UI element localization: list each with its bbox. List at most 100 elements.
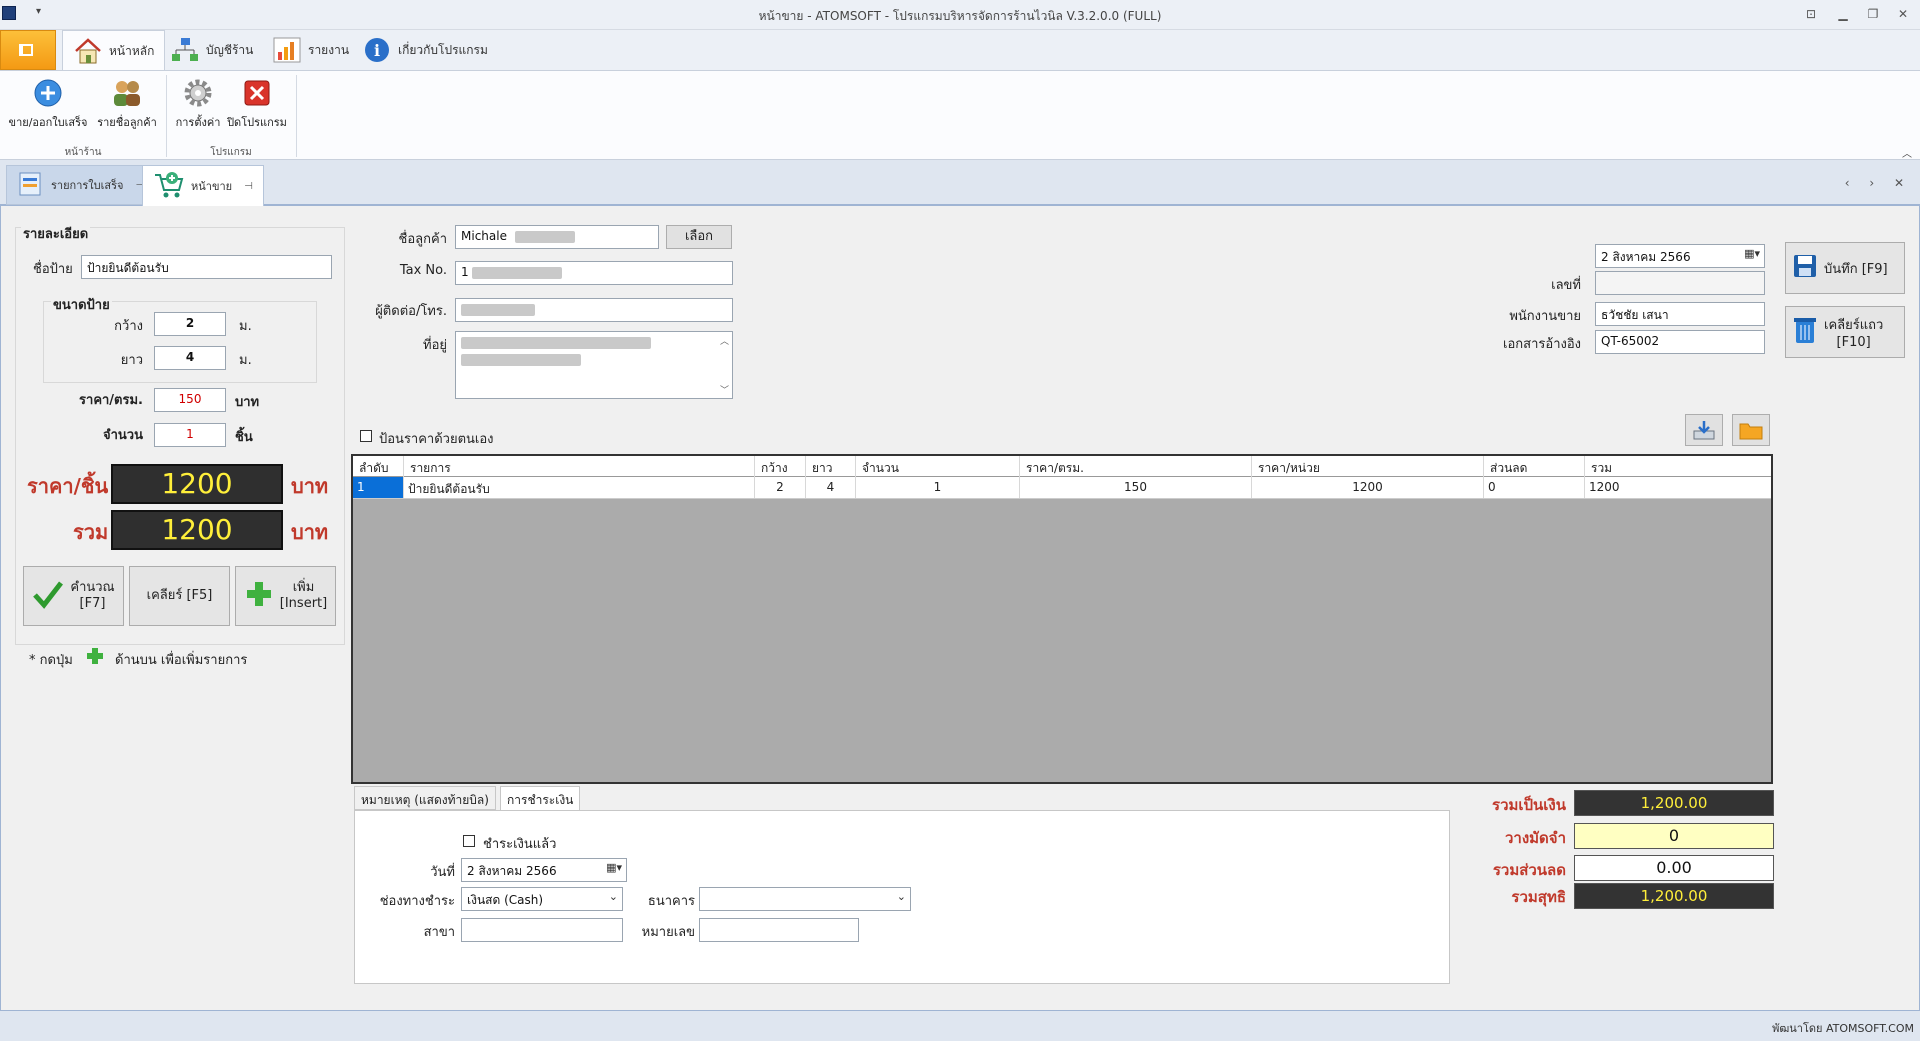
ref-number-input[interactable] [699,918,859,942]
calendar-dropdown-icon[interactable]: ▦▾ [606,861,622,874]
payment-date-picker[interactable]: 2 สิงหาคม 2566 ▦▾ [461,858,627,882]
customer-name-input[interactable]: Michale [455,225,659,249]
price-sqm-unit: บาท [235,395,260,410]
col-header-total[interactable]: รวม [1585,456,1771,477]
qty-unit: ชิ้น [235,430,253,445]
doc-date-picker[interactable]: 2 สิงหาคม 2566 ▦▾ [1595,244,1765,268]
tab-nav-arrows[interactable]: ‹ › ✕ [1845,176,1912,190]
scroll-up-icon[interactable]: ︿ [720,334,729,347]
col-header-price-sqm[interactable]: ราคา/ตรม. [1020,456,1252,477]
col-header-width[interactable]: กว้าง [755,456,806,477]
redacted-block [461,353,581,366]
subtotal-display: 1,200.00 [1574,790,1774,816]
cell-item[interactable]: ป้ายยินดีต้อนรับ [404,477,755,498]
col-header-item[interactable]: รายการ [404,456,755,477]
tab-remarks[interactable]: หมายเหตุ (แสดงท้ายบิล) [354,786,496,810]
minimize-button[interactable]: ▁ [1832,5,1854,23]
users-icon [111,77,143,109]
scroll-down-icon[interactable]: ﹀ [720,383,729,396]
cell-seq[interactable]: 1 [353,477,404,498]
ref-doc-input[interactable]: QT-65002 [1595,330,1765,354]
contact-input[interactable] [455,298,733,322]
cell-qty[interactable]: 1 [856,477,1020,498]
col-header-discount[interactable]: ส่วนลด [1484,456,1585,477]
col-header-unit-price[interactable]: ราคา/หน่วย [1252,456,1484,477]
customer-name-label: ชื่อลูกค้า [398,232,447,247]
sign-name-input[interactable]: ป้ายยินดีต้อนรับ [81,255,332,279]
discount-total-input[interactable]: 0.00 [1574,855,1774,881]
deposit-input[interactable]: 0 [1574,823,1774,849]
clear-button[interactable]: เคลียร์ [F5] [129,566,230,626]
col-header-length[interactable]: ยาว [806,456,856,477]
payment-channel-select[interactable]: เงินสด (Cash) ⌄ [461,887,623,911]
close-program-button[interactable]: ปิดโปรแกรม [226,77,288,131]
col-header-qty[interactable]: จำนวน [856,456,1020,477]
sell-receipt-button[interactable]: ขาย/ออกใบเสร็จ [8,77,88,131]
close-window-button[interactable]: ✕ [1892,5,1914,23]
contact-label: ผู้ติดต่อ/โทร. [375,304,447,319]
price-sqm-label: ราคา/ตรม. [79,393,143,408]
cell-length[interactable]: 4 [806,477,856,498]
qty-input[interactable]: 1 [154,423,226,447]
restore-button[interactable]: ❐ [1862,5,1884,23]
cell-width[interactable]: 2 [755,477,806,498]
choose-customer-button[interactable]: เลือก [666,225,732,249]
ref-doc-label: เอกสารอ้างอิง [1503,337,1581,352]
clear-row-button[interactable]: เคลียร์แถว [F10] [1785,306,1905,358]
paid-checkbox[interactable] [463,835,475,847]
application-menu-button[interactable] [0,30,56,70]
import-button[interactable] [1685,414,1723,446]
add-item-label: เพิ่ม [Insert] [279,580,328,611]
settings-button[interactable]: การตั้งค่า [172,77,224,131]
qty-label: จำนวน [103,428,143,443]
ribbon-group-label: หน้าร้าน [64,147,102,158]
customer-list-button[interactable]: รายชื่อลูกค้า [94,77,160,131]
table-row[interactable]: 1 ป้ายยินดีต้อนรับ 2 4 1 150 1200 0 1200 [353,477,1771,499]
items-grid[interactable]: ลำดับ รายการ กว้าง ยาว จำนวน ราคา/ตรม. ร… [351,454,1773,784]
status-bar: พัฒนาโดย ATOMSOFT.COM [0,1010,1920,1041]
folder-icon [1738,423,1764,445]
bank-select[interactable]: ⌄ [699,887,911,911]
total-label: รวม [73,520,109,544]
tax-no-input[interactable]: 1 [455,261,733,285]
import-icon [1692,421,1716,445]
chart-icon [272,36,302,64]
subtotal-label: รวมเป็นเงิน [1492,796,1566,814]
add-item-button[interactable]: เพิ่ม [Insert] [235,566,336,626]
open-folder-button[interactable] [1732,414,1770,446]
pin-icon[interactable]: ⊣ [244,181,253,192]
width-input[interactable]: 2 [154,312,226,336]
save-button[interactable]: บันทึก [F9] [1785,242,1905,294]
ribbon-display-icon[interactable]: ⊡ [1800,5,1822,23]
manual-price-checkbox[interactable] [360,430,372,442]
calculate-button[interactable]: คำนวณ [F7] [23,566,124,626]
staff-input[interactable]: ธวัชชัย เสนา [1595,302,1765,326]
tab-receipt-list[interactable]: รายการใบเสร็จ ⊣ [6,165,156,205]
tab-accounts[interactable]: บัญชีร้าน [160,30,263,70]
cell-unit-price[interactable]: 1200 [1252,477,1484,498]
chevron-down-icon[interactable]: ⌄ [897,890,906,903]
tab-about[interactable]: i เกี่ยวกับโปรแกรม [352,30,498,70]
size-group-title: ขนาดป้าย [51,294,112,315]
col-header-seq[interactable]: ลำดับ [353,456,404,477]
tab-home[interactable]: หน้าหลัก [62,30,166,71]
length-input[interactable]: 4 [154,346,226,370]
doc-number-input[interactable] [1595,271,1765,295]
calendar-dropdown-icon[interactable]: ▦▾ [1744,247,1760,260]
gear-icon [182,77,214,109]
tab-sales[interactable]: หน้าขาย ⊣ [142,165,264,206]
close-red-icon [241,77,273,109]
cell-price-sqm[interactable]: 150 [1020,477,1252,498]
collapse-ribbon-icon[interactable]: ︿ [1902,145,1912,160]
chevron-down-icon[interactable]: ⌄ [609,890,618,903]
redacted-block [461,303,535,316]
width-unit: ม. [239,319,252,334]
tab-reports[interactable]: รายงาน [262,30,359,70]
cell-total[interactable]: 1200 [1585,477,1771,498]
address-textarea[interactable]: ︿ ﹀ [455,331,733,399]
cell-discount[interactable]: 0 [1484,477,1585,498]
document-tab-bar: รายการใบเสร็จ ⊣ หน้าขาย ⊣ ‹ › ✕ [0,160,1920,206]
price-sqm-input[interactable]: 150 [154,388,226,412]
branch-input[interactable] [461,918,623,942]
tab-payment[interactable]: การชำระเงิน [500,786,581,811]
